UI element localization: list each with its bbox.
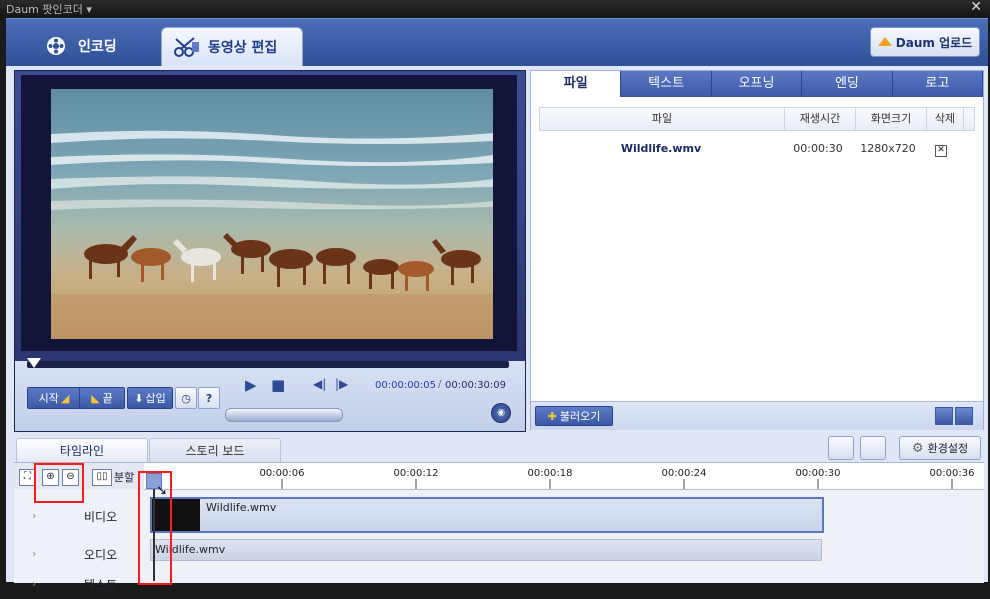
volume-slider[interactable]: [225, 408, 343, 422]
start-label: 시작: [38, 392, 59, 405]
zoom-highlight-box: [34, 463, 84, 503]
ruler-tick: 00:00:06: [259, 468, 305, 479]
lane-text-label: 텍스트: [84, 578, 118, 592]
file-name: Wildlife.wmv: [620, 142, 702, 155]
scissors-film-icon: [174, 37, 199, 57]
tab-logo[interactable]: 로고: [893, 71, 984, 97]
file-panel-footer: ✚ 불러오기: [531, 401, 983, 430]
close-icon[interactable]: ✕: [970, 0, 982, 15]
plus-icon: ✚: [547, 409, 557, 423]
insert-button[interactable]: ⬇ 삽입: [127, 387, 173, 409]
tab-video-edit[interactable]: 동영상 편집: [161, 27, 303, 66]
chevron-right-icon[interactable]: ›: [32, 509, 36, 522]
timeline-tabbar: 타임라인 스토리 보드 ⚙ 환경설정: [14, 436, 984, 463]
end-label: 끝: [102, 392, 113, 405]
start-marker-icon: ◢: [60, 391, 70, 405]
audio-clip[interactable]: Wildlife.wmv: [150, 539, 822, 561]
timeline-panel: ⛶ ⊕ ⊖ ▯▯ 분할 00:00:06 00:00:12 00:00:18 0…: [14, 462, 984, 592]
video-frame-image: [51, 89, 493, 339]
next-frame-icon[interactable]: |▶: [335, 377, 348, 391]
total-time: 00:00:30:09: [445, 380, 507, 391]
lane-video[interactable]: › 비디오: [14, 501, 144, 531]
col-duration[interactable]: 재생시간: [785, 108, 856, 130]
list-view-icon[interactable]: [955, 407, 973, 425]
daum-upload-button[interactable]: Daum 업로드: [870, 27, 980, 57]
app-header: 인코딩 동영상 편집 Daum 업로드: [6, 18, 988, 67]
grid-view-icon[interactable]: [935, 407, 953, 425]
time-separator: /: [438, 379, 442, 390]
clock-button[interactable]: ◷: [175, 387, 197, 409]
col-delete[interactable]: 삭제: [927, 108, 964, 130]
time-ruler[interactable]: 00:00:06 00:00:12 00:00:18 00:00:24 00:0…: [144, 463, 984, 490]
upload-arrow-icon: [877, 36, 892, 46]
play-icon[interactable]: ▶: [245, 376, 257, 394]
lane-audio[interactable]: › 오디오: [14, 539, 144, 569]
video-frame: [51, 89, 493, 339]
ruler-tick: 00:00:30: [795, 468, 841, 479]
tab-storyboard[interactable]: 스토리 보드: [149, 438, 281, 463]
player-controls: 시작 ◢ ◣ 끝 ⬇ 삽입 ◷ ? ▶ ■ ◀| |▶ 00:00:00:05 …: [15, 358, 525, 431]
window-titlebar: Daum 팟인코더 ▾ ✕: [0, 0, 990, 18]
split-icon[interactable]: ▯▯: [92, 469, 112, 486]
tab-file[interactable]: 파일: [531, 71, 622, 97]
seek-thumb[interactable]: [27, 358, 41, 368]
delete-cell: ✕: [923, 139, 959, 159]
settings-label: 환경설정: [927, 442, 969, 455]
file-panel: 파일 텍스트 오프닝 엔딩 로고 파일 재생시간 화면크기 삭제 Wildlif…: [530, 70, 984, 430]
seek-bar[interactable]: [27, 361, 509, 368]
tab-encoding[interactable]: 인코딩: [32, 27, 152, 65]
split-label[interactable]: 분할: [114, 469, 134, 485]
col-size[interactable]: 화면크기: [856, 108, 927, 130]
col-file[interactable]: 파일: [540, 108, 785, 130]
video-clip[interactable]: Wildlife.wmv: [150, 497, 824, 533]
prev-frame-icon[interactable]: ◀|: [313, 377, 326, 391]
ruler-tick: 00:00:18: [527, 468, 573, 479]
delete-icon[interactable]: ✕: [935, 145, 947, 157]
load-file-button[interactable]: ✚ 불러오기: [535, 406, 613, 426]
file-size: 1280x720: [860, 142, 916, 155]
end-button[interactable]: ◣ 끝: [79, 387, 125, 409]
load-file-label: 불러오기: [559, 410, 601, 423]
insert-label: 삽입: [145, 392, 166, 405]
table-row[interactable]: Wildlife.wmv 00:00:30 1280x720 ✕: [539, 139, 973, 159]
file-duration: 00:00:30: [793, 142, 843, 155]
help-label: ?: [205, 391, 213, 405]
video-player: 시작 ◢ ◣ 끝 ⬇ 삽입 ◷ ? ▶ ■ ◀| |▶ 00:00:00:05 …: [14, 70, 526, 432]
panel-tabs: 파일 텍스트 오프닝 엔딩 로고: [531, 71, 984, 97]
file-table-header: 파일 재생시간 화면크기 삭제: [539, 107, 975, 131]
gear-icon: ⚙: [911, 440, 924, 456]
ruler-tick: 00:00:36: [929, 468, 975, 479]
tab-encoding-label: 인코딩: [78, 39, 117, 55]
lane-audio-label: 오디오: [84, 548, 118, 562]
chevron-right-icon[interactable]: ›: [32, 577, 36, 590]
help-button[interactable]: ?: [198, 387, 220, 409]
clock-icon: ◷: [181, 391, 191, 405]
tab-text[interactable]: 텍스트: [621, 71, 712, 97]
ruler-tick: 00:00:24: [661, 468, 707, 479]
speaker-icon[interactable]: ◉: [491, 403, 511, 423]
start-button[interactable]: 시작 ◢: [27, 387, 81, 409]
settings-button[interactable]: ⚙ 환경설정: [899, 436, 981, 460]
current-time: 00:00:00:05: [375, 380, 437, 391]
window-title: Daum 팟인코더 ▾: [6, 3, 92, 16]
ruler-tick: 00:00:12: [393, 468, 439, 479]
chevron-right-icon[interactable]: ›: [32, 547, 36, 560]
video-clip-label: Wildlife.wmv: [206, 501, 277, 514]
folder-icon[interactable]: [828, 436, 854, 460]
tab-opening[interactable]: 오프닝: [712, 71, 803, 97]
video-screen: [21, 75, 517, 351]
film-reel-icon: [47, 37, 65, 55]
daum-upload-label: Daum 업로드: [895, 35, 973, 50]
stop-icon[interactable]: ■: [271, 376, 285, 394]
tab-ending[interactable]: 엔딩: [802, 71, 893, 97]
lane-text[interactable]: › 텍스트: [14, 569, 144, 599]
end-marker-icon: ◣: [91, 391, 100, 405]
save-icon[interactable]: [860, 436, 886, 460]
insert-arrow-icon: ⬇: [134, 391, 144, 405]
tab-video-edit-label: 동영상 편집: [208, 40, 278, 56]
tab-timeline[interactable]: 타임라인: [16, 438, 148, 463]
playhead-highlight-box: [138, 471, 172, 585]
lane-video-label: 비디오: [84, 510, 118, 524]
